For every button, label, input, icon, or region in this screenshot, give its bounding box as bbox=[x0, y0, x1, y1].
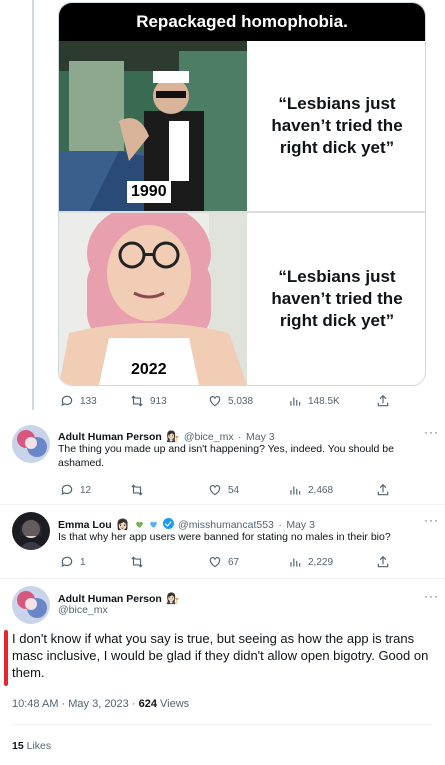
reply-count: 12 bbox=[80, 484, 92, 496]
views-count: 148.5K bbox=[308, 395, 340, 407]
avatar[interactable] bbox=[12, 512, 50, 550]
views-button[interactable]: 148.5K bbox=[288, 394, 376, 408]
retweet-icon bbox=[131, 556, 143, 568]
reply-2-action-bar: 1 67 2,229 bbox=[60, 555, 420, 569]
views-icon bbox=[290, 558, 301, 567]
likes-count: 15 bbox=[12, 740, 24, 752]
divider bbox=[12, 724, 432, 725]
share-icon bbox=[377, 394, 389, 407]
retweet-button[interactable]: 913 bbox=[130, 394, 208, 408]
tweet-timestamp[interactable]: 10:48 AM · May 3, 2023 · 624 Views bbox=[12, 698, 189, 710]
main-tweet-text: I don't know if what you say is true, bu… bbox=[12, 631, 429, 680]
retweet-icon bbox=[131, 484, 143, 496]
share-icon bbox=[377, 555, 389, 568]
views-icon bbox=[290, 397, 301, 406]
like-count: 54 bbox=[228, 484, 240, 496]
tweet-views-count: 624 bbox=[138, 698, 157, 710]
divider bbox=[0, 504, 445, 505]
more-icon[interactable]: ··· bbox=[424, 425, 439, 439]
views-count: 2,468 bbox=[308, 484, 334, 496]
reply-button[interactable]: 133 bbox=[60, 394, 130, 408]
retweet-button[interactable] bbox=[130, 483, 208, 497]
year-label-2022: 2022 bbox=[127, 359, 171, 381]
like-icon bbox=[209, 396, 221, 407]
like-icon bbox=[209, 485, 221, 496]
original-action-bar: 133 913 5,038 148.5K bbox=[60, 394, 420, 408]
reply-count: 1 bbox=[80, 556, 86, 568]
avatar[interactable] bbox=[12, 586, 50, 624]
reply-1-action-bar: 12 54 2,468 bbox=[60, 483, 420, 497]
reply-count: 133 bbox=[80, 395, 97, 407]
tweet-views-label: Views bbox=[156, 698, 190, 710]
verified-badge-icon bbox=[162, 518, 174, 529]
views-count: 2,229 bbox=[308, 556, 334, 568]
reply-icon bbox=[61, 556, 73, 568]
year-label-1990: 1990 bbox=[127, 181, 171, 203]
meme-quote-top: “Lesbians just haven’t tried the right d… bbox=[271, 94, 403, 157]
views-icon bbox=[290, 486, 301, 495]
handle[interactable]: @bice_mx bbox=[58, 604, 108, 616]
like-button[interactable]: 54 bbox=[208, 483, 288, 497]
views-button[interactable]: 2,229 bbox=[288, 555, 376, 569]
retweet-count: 913 bbox=[150, 395, 167, 407]
like-button[interactable]: 5,038 bbox=[208, 394, 288, 408]
divider bbox=[0, 578, 445, 579]
tweet-time: 10:48 AM · May 3, 2023 · bbox=[12, 698, 139, 710]
share-icon bbox=[377, 483, 389, 496]
avatar[interactable] bbox=[12, 425, 50, 463]
like-button[interactable]: 67 bbox=[208, 555, 288, 569]
likes-label: Likes bbox=[23, 740, 52, 752]
reply-icon bbox=[61, 484, 73, 496]
like-icon bbox=[209, 557, 221, 568]
emoji-badge-icon: 👩🏻‍⚖️ bbox=[166, 593, 180, 605]
meme-title: Repackaged homophobia. bbox=[59, 3, 425, 41]
share-button[interactable] bbox=[376, 483, 390, 497]
share-button[interactable] bbox=[376, 555, 390, 569]
highlight-marker bbox=[4, 630, 8, 686]
views-button[interactable]: 2,468 bbox=[288, 483, 376, 497]
retweet-button[interactable] bbox=[130, 555, 208, 569]
blue-heart-icon bbox=[150, 521, 157, 528]
like-count: 5,038 bbox=[228, 395, 254, 407]
reply-button[interactable]: 1 bbox=[60, 555, 130, 569]
meme-quote-bottom: “Lesbians just haven’t tried the right d… bbox=[271, 267, 403, 330]
share-button[interactable] bbox=[376, 394, 390, 408]
more-icon[interactable]: ··· bbox=[424, 513, 439, 527]
likes-summary[interactable]: 15 Likes bbox=[12, 740, 51, 752]
like-count: 67 bbox=[228, 556, 240, 568]
reply-icon bbox=[61, 395, 73, 407]
thread-line bbox=[32, 0, 34, 410]
reply-text: The thing you made up and isn't happenin… bbox=[58, 443, 394, 469]
meme-image[interactable]: Repackaged homophobia. 1990 “Lesbians ju… bbox=[58, 2, 426, 386]
more-icon[interactable]: ··· bbox=[424, 589, 439, 603]
reply-text: Is that why her app users were banned fo… bbox=[58, 531, 391, 543]
green-heart-icon bbox=[135, 521, 143, 528]
retweet-icon bbox=[131, 395, 143, 407]
reply-button[interactable]: 12 bbox=[60, 483, 130, 497]
